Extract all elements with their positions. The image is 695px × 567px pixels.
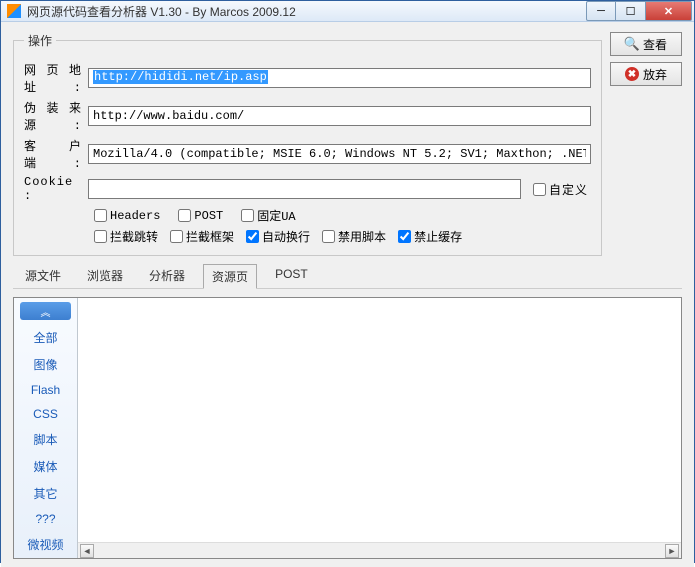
sidebar-item-image[interactable]: 图像 [14,351,77,378]
sidebar-item-script[interactable]: 脚本 [14,426,77,453]
block-redirect-checkbox[interactable]: 拦截跳转 [94,228,158,245]
headers-checkbox[interactable]: Headers [94,209,160,223]
disable-cache-checkbox[interactable]: 禁止缓存 [398,228,462,245]
app-window: 网页源代码查看分析器 V1.30 - By Marcos 2009.12 ─ ☐… [0,0,695,563]
url-input[interactable]: http://hididi.net/ip.asp [88,68,591,88]
post-checkbox[interactable]: POST [178,209,223,223]
resource-viewer[interactable] [78,298,681,542]
tab-source[interactable]: 源文件 [17,264,69,288]
ua-label: 客 户 端: [24,137,82,171]
tab-bar: 源文件 浏览器 分析器 资源页 POST [13,262,682,289]
content-area: ︽ 全部 图像 Flash CSS 脚本 媒体 其它 ??? 微视频 ◄ ► [13,297,682,559]
scroll-right-button[interactable]: ► [665,544,679,558]
magnifier-icon: 🔍 [625,37,639,51]
cookie-row: Cookie : 自定义 [24,175,591,203]
app-icon [7,4,21,18]
action-buttons: 🔍 查看 ✖ 放弃 [610,32,682,86]
scroll-left-button[interactable]: ◄ [80,544,94,558]
minimize-button[interactable]: ─ [586,1,616,21]
wordwrap-checkbox[interactable]: 自动换行 [246,228,310,245]
sidebar-item-css[interactable]: CSS [14,402,77,426]
abort-button[interactable]: ✖ 放弃 [610,62,682,86]
block-frame-checkbox[interactable]: 拦截框架 [170,228,234,245]
close-button[interactable]: ✕ [646,1,692,21]
main-pane: ◄ ► [78,298,681,558]
maximize-button[interactable]: ☐ [616,1,646,21]
horizontal-scrollbar[interactable]: ◄ ► [78,542,681,558]
top-row: 操作 网页地址: http://hididi.net/ip.asp 伪装来源: … [13,32,682,256]
referer-input[interactable] [88,106,591,126]
tab-resources[interactable]: 资源页 [203,264,257,289]
sidebar-collapse-button[interactable]: ︽ [20,302,71,320]
window-controls: ─ ☐ ✕ [586,1,692,21]
url-label: 网页地址: [24,61,82,95]
sidebar-item-microvideo[interactable]: 微视频 [14,531,77,558]
titlebar[interactable]: 网页源代码查看分析器 V1.30 - By Marcos 2009.12 ─ ☐… [1,1,694,22]
sidebar-item-other[interactable]: 其它 [14,480,77,507]
cookie-input[interactable] [88,179,521,199]
custom-checkbox[interactable]: 自定义 [533,181,591,198]
referer-label: 伪装来源: [24,99,82,133]
view-button[interactable]: 🔍 查看 [610,32,682,56]
tab-post[interactable]: POST [267,264,316,288]
tab-analyzer[interactable]: 分析器 [141,264,193,288]
sidebar-item-flash[interactable]: Flash [14,378,77,402]
url-row: 网页地址: http://hididi.net/ip.asp [24,61,591,95]
checkbox-row-1: Headers POST 固定UA [94,207,591,224]
operation-legend: 操作 [24,32,56,49]
ua-row: 客 户 端: [24,137,591,171]
fixed-ua-checkbox[interactable]: 固定UA [241,207,295,224]
resource-sidebar: ︽ 全部 图像 Flash CSS 脚本 媒体 其它 ??? 微视频 [14,298,78,558]
sidebar-item-unknown[interactable]: ??? [14,507,77,531]
sidebar-item-media[interactable]: 媒体 [14,453,77,480]
ua-input[interactable] [88,144,591,164]
cancel-icon: ✖ [625,67,639,81]
cookie-label: Cookie : [24,175,82,203]
operation-panel: 操作 网页地址: http://hididi.net/ip.asp 伪装来源: … [13,32,602,256]
window-title: 网页源代码查看分析器 V1.30 - By Marcos 2009.12 [27,3,586,20]
client-area: 操作 网页地址: http://hididi.net/ip.asp 伪装来源: … [1,22,694,567]
sidebar-item-all[interactable]: 全部 [14,324,77,351]
referer-row: 伪装来源: [24,99,591,133]
checkbox-row-2: 拦截跳转 拦截框架 自动换行 禁用脚本 禁止缓存 [94,228,591,245]
disable-script-checkbox[interactable]: 禁用脚本 [322,228,386,245]
tab-browser[interactable]: 浏览器 [79,264,131,288]
